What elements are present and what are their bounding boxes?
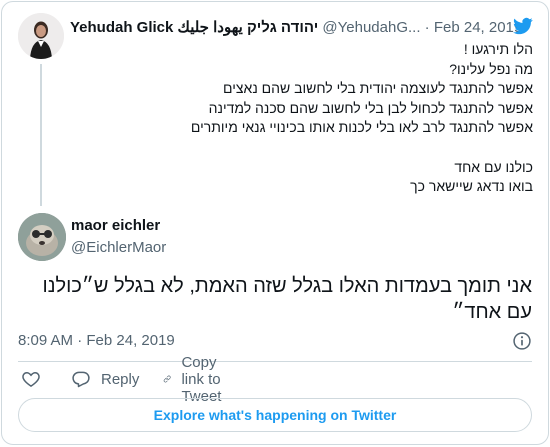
like-button[interactable] bbox=[21, 368, 41, 390]
parent-line: כולנו עם אחד bbox=[454, 158, 533, 175]
explore-label: Explore what's happening on Twitter bbox=[153, 407, 397, 423]
divider bbox=[18, 361, 532, 362]
reply-button[interactable]: Reply bbox=[71, 368, 139, 390]
copy-link-label: Copy link to Tweet bbox=[181, 353, 222, 405]
copy-link-button[interactable]: Copy link to Tweet bbox=[163, 354, 233, 405]
thread-connector-line bbox=[40, 64, 42, 206]
parent-line: הלו תירגעו ! bbox=[463, 41, 533, 57]
parent-line: בואו נדאג שיישאר כך bbox=[410, 178, 533, 195]
parent-author-name[interactable]: Yehudah Glick יהודה גליק يهودا جليك bbox=[70, 19, 318, 36]
embedded-tweet-card: Yehudah Glick יהודה גליק يهودا جليك @Yeh… bbox=[1, 1, 549, 445]
parent-line: אפשר להתנגד לכחול לבן בלי לחשוב שהם סכנה… bbox=[208, 99, 533, 116]
reply-tweet-text: אני תומך בעמדות האלו בגלל שזה האמת, לא ב… bbox=[42, 275, 532, 323]
parent-line: מה נפל עלינו? bbox=[449, 60, 533, 77]
explore-twitter-button[interactable]: Explore what's happening on Twitter bbox=[18, 398, 532, 432]
parent-handle-date[interactable]: @YehudahG... · Feb 24, 2019 bbox=[322, 19, 522, 36]
reply-handle[interactable]: @EichlerMaor bbox=[71, 239, 166, 256]
parent-line-gap bbox=[18, 138, 533, 158]
info-icon[interactable] bbox=[512, 331, 532, 351]
reply-label: Reply bbox=[101, 370, 140, 388]
parent-line: אפשר להתנגד לעוצמה יהודית בלי לחשוב שהם … bbox=[223, 80, 533, 97]
parent-line: אפשר להתנגד לרב לאו בלי לכנות אותו בכינו… bbox=[190, 119, 533, 136]
tweet-timestamp[interactable]: 8:09 AM · Feb 24, 2019 bbox=[18, 332, 175, 349]
tweet-meta: 8:09 AM · Feb 24, 2019 bbox=[18, 332, 532, 352]
parent-tweet-body: הלו תירגעו ! מה נפל עלינו? אפשר להתנגד ל… bbox=[18, 40, 533, 197]
reply-avatar[interactable] bbox=[18, 213, 66, 261]
twitter-bird-icon[interactable] bbox=[512, 16, 534, 36]
heart-icon bbox=[22, 371, 40, 387]
reply-author-name[interactable]: maor eichler bbox=[71, 217, 160, 234]
link-icon bbox=[163, 375, 171, 383]
parent-header: Yehudah Glick יהודה גליק يهودا جليك @Yeh… bbox=[70, 16, 534, 38]
reply-icon bbox=[72, 371, 90, 388]
reply-avatar-image bbox=[18, 213, 66, 261]
